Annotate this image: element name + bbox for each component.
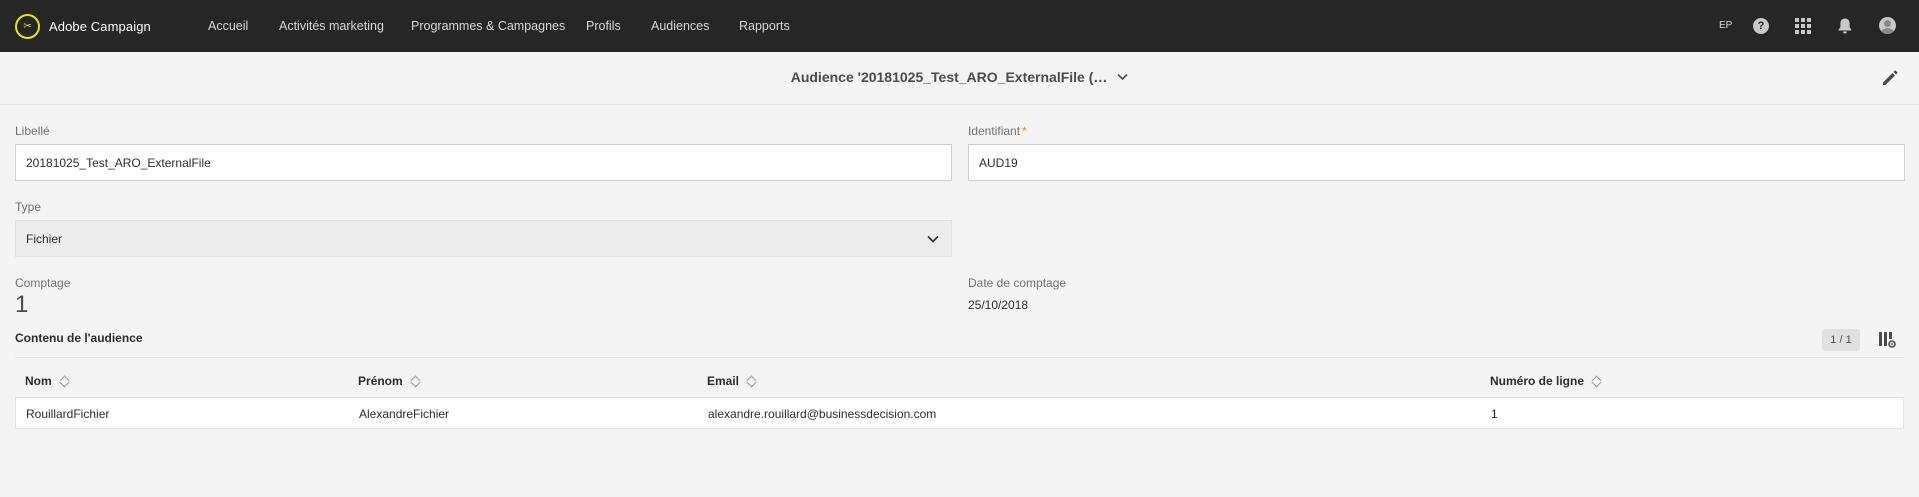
sort-icon[interactable] [59,375,70,388]
cell-prenom: AlexandreFichier [359,407,450,421]
identifiant-label-text: Identifiant [968,124,1021,138]
sort-icon[interactable] [746,375,757,388]
top-right-toolbar: EP ? [0,0,1919,52]
table-header: Nom Prénom Email Numéro de ligne [15,364,1904,397]
column-header-email[interactable]: Email [707,374,757,388]
page-header: Audience '20181025_Test_ARO_ExternalFile… [0,52,1919,105]
comptage-label: Comptage [15,276,71,290]
pager[interactable]: 1 / 1 [1822,329,1860,351]
column-settings-icon[interactable] [1878,331,1896,349]
top-navigation-bar: ✂ Adobe Campaign Accueil Activités marke… [0,0,1919,52]
date-comptage-label: Date de comptage [968,276,1067,290]
libelle-label: Libellé [15,124,50,138]
table-row[interactable]: RouillardFichier AlexandreFichier alexan… [15,397,1904,429]
column-header-prenom[interactable]: Prénom [358,374,421,388]
section-title: Contenu de l'audience [15,331,143,345]
cell-nom: RouillardFichier [26,407,110,421]
cell-email: alexandre.rouillard@businessdecision.com [708,407,937,421]
pencil-icon [1883,70,1898,85]
user-initials[interactable]: EP [1719,20,1732,31]
type-select[interactable]: Fichier [15,220,952,257]
apps-grid-icon[interactable] [1795,18,1811,34]
column-header-nom[interactable]: Nom [25,374,70,388]
divider [15,357,1904,358]
user-avatar-icon[interactable] [1879,17,1896,34]
comptage-value: 1 [15,291,29,318]
column-header-numero-ligne[interactable]: Numéro de ligne [1490,374,1602,388]
chevron-down-icon [927,235,939,243]
cell-numero-ligne: 1 [1491,407,1498,421]
identifiant-input[interactable]: AUD19 [968,144,1905,181]
type-value: Fichier [26,231,63,246]
identifiant-value: AUD19 [979,155,1018,170]
page-title-text: Audience '20181025_Test_ARO_ExternalFile… [790,69,1108,85]
page-title[interactable]: Audience '20181025_Test_ARO_ExternalFile… [0,69,1919,85]
chevron-down-icon[interactable] [1117,72,1128,84]
edit-pencil-button[interactable] [1879,67,1901,89]
libelle-input[interactable]: 20181025_Test_ARO_ExternalFile [15,144,952,181]
date-comptage-value: 25/10/2018 [968,298,1029,312]
bell-icon[interactable] [1837,17,1853,35]
sort-icon[interactable] [1591,375,1602,388]
libelle-value: 20181025_Test_ARO_ExternalFile [26,155,211,170]
sort-icon[interactable] [410,375,421,388]
audience-table: Nom Prénom Email Numéro de ligne Rouilla… [15,364,1904,429]
required-marker: * [1022,124,1027,138]
identifiant-label: Identifiant * [968,124,1027,138]
type-label: Type [15,200,42,214]
help-icon[interactable]: ? [1753,18,1769,34]
